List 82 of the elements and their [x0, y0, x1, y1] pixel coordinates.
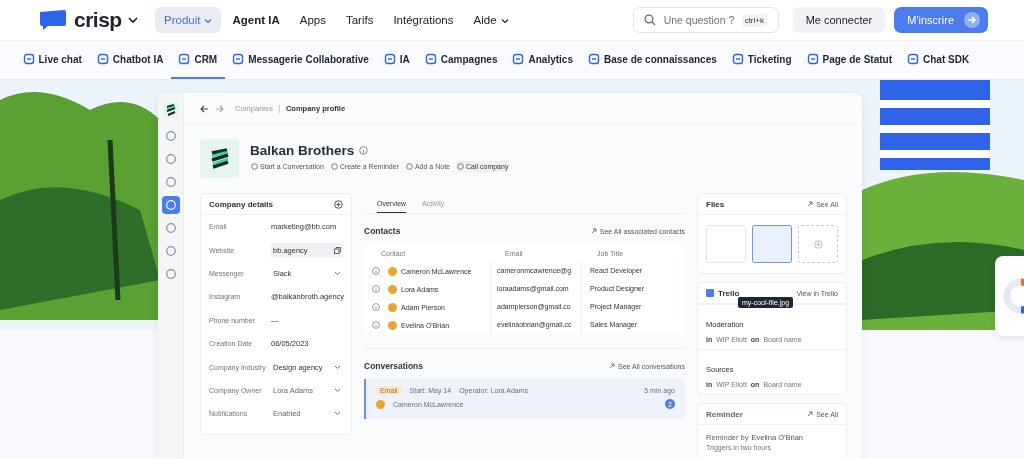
- product-icon: [587, 53, 600, 65]
- sidebar-button[interactable]: [161, 196, 180, 214]
- file-thumbnail[interactable]: [752, 225, 792, 263]
- nav-link[interactable]: Produit: [155, 7, 222, 33]
- add-icon[interactable]: [334, 199, 343, 209]
- nav-link[interactable]: Apps: [290, 7, 335, 33]
- circle-icon: [457, 163, 464, 170]
- nav-link[interactable]: Aide: [464, 7, 518, 33]
- product-tab[interactable]: Base de connaissances: [580, 41, 725, 79]
- product-tab[interactable]: Live chat: [15, 41, 90, 79]
- product-tab[interactable]: Campagnes: [417, 41, 505, 79]
- circle-icon: [164, 176, 177, 188]
- product-tab[interactable]: Ticketing: [724, 41, 799, 79]
- product-tab[interactable]: Analytics: [505, 41, 581, 79]
- forward-arrow-icon[interactable]: [215, 104, 224, 113]
- circle-icon: [405, 163, 413, 170]
- chat-bubble-logo-icon: [38, 9, 68, 31]
- circle-icon: [251, 163, 258, 170]
- circle-icon: [164, 245, 177, 257]
- product-icon: [232, 53, 245, 65]
- product-tab[interactable]: Chat SDK: [899, 41, 977, 79]
- circle-icon: [164, 199, 177, 211]
- search-icon: [643, 14, 656, 26]
- search-input[interactable]: Une question ?: [661, 13, 736, 27]
- copy-icon: [334, 246, 341, 254]
- product-tab[interactable]: Chatbot IA: [89, 41, 171, 79]
- back-arrow-icon[interactable]: [200, 104, 209, 113]
- company-name: Balkan Brothers: [250, 143, 355, 158]
- arrow-icon: [609, 363, 616, 369]
- product-icon: [22, 53, 35, 65]
- product-icon: [907, 53, 919, 65]
- panel-title: Trello: [718, 288, 740, 298]
- arrow-right-icon: [964, 12, 980, 28]
- caret-icon: [204, 17, 213, 24]
- circle-icon: [164, 130, 177, 142]
- product-icon: [731, 53, 744, 65]
- signup-button[interactable]: M'inscrire: [894, 7, 988, 33]
- product-tab[interactable]: IA: [376, 41, 418, 79]
- chevron-down-icon: [334, 270, 341, 276]
- info-icon[interactable]: [372, 267, 380, 275]
- info-icon[interactable]: [372, 321, 380, 329]
- product-tab[interactable]: Page de Statut: [799, 41, 900, 79]
- product-icon: [424, 53, 437, 65]
- caret-icon[interactable]: [127, 16, 138, 24]
- product-icon: [383, 53, 396, 65]
- product-tab[interactable]: Messagerie Collaborative: [224, 41, 377, 79]
- add-icon: [813, 239, 823, 249]
- company-logo-icon: [162, 102, 179, 118]
- section-title: Conversations: [364, 361, 424, 371]
- product-icon: [512, 53, 525, 65]
- product-icon: [96, 53, 109, 65]
- info-icon[interactable]: [372, 285, 380, 293]
- login-button[interactable]: Me connecter: [792, 7, 886, 33]
- panel-title: Reminder: [706, 409, 743, 419]
- product-icon: [178, 53, 191, 65]
- info-icon[interactable]: [359, 146, 369, 155]
- nav-link[interactable]: Intégrations: [384, 7, 463, 33]
- nav-link[interactable]: Tarifs: [336, 7, 383, 33]
- add-file-button[interactable]: [798, 225, 838, 263]
- circle-icon: [164, 222, 177, 234]
- chevron-down-icon: [334, 364, 341, 370]
- company-logo: [200, 139, 239, 178]
- panel-title: Company details: [209, 199, 273, 209]
- arrow-icon: [590, 228, 597, 234]
- circle-icon: [164, 268, 177, 280]
- panel-title: Files: [706, 199, 725, 209]
- chevron-down-icon: [334, 411, 341, 417]
- search-field[interactable]: Une question ? ctrl+k: [632, 7, 779, 33]
- caret-icon: [500, 17, 509, 24]
- logo-wordmark[interactable]: crisp: [74, 8, 122, 32]
- chevron-down-icon: [334, 387, 341, 393]
- arrow-icon: [807, 201, 814, 207]
- circle-icon: [330, 163, 338, 170]
- circle-icon: [164, 153, 177, 165]
- avatar: [376, 399, 385, 409]
- product-icon: [806, 53, 819, 65]
- info-icon[interactable]: [372, 303, 380, 311]
- arrow-icon: [807, 411, 814, 417]
- section-title: Contacts: [364, 226, 401, 236]
- shortcut-hint: ctrl+k: [741, 13, 767, 27]
- nav-link[interactable]: Agent IA: [223, 7, 289, 33]
- trello-logo-icon: [706, 289, 714, 297]
